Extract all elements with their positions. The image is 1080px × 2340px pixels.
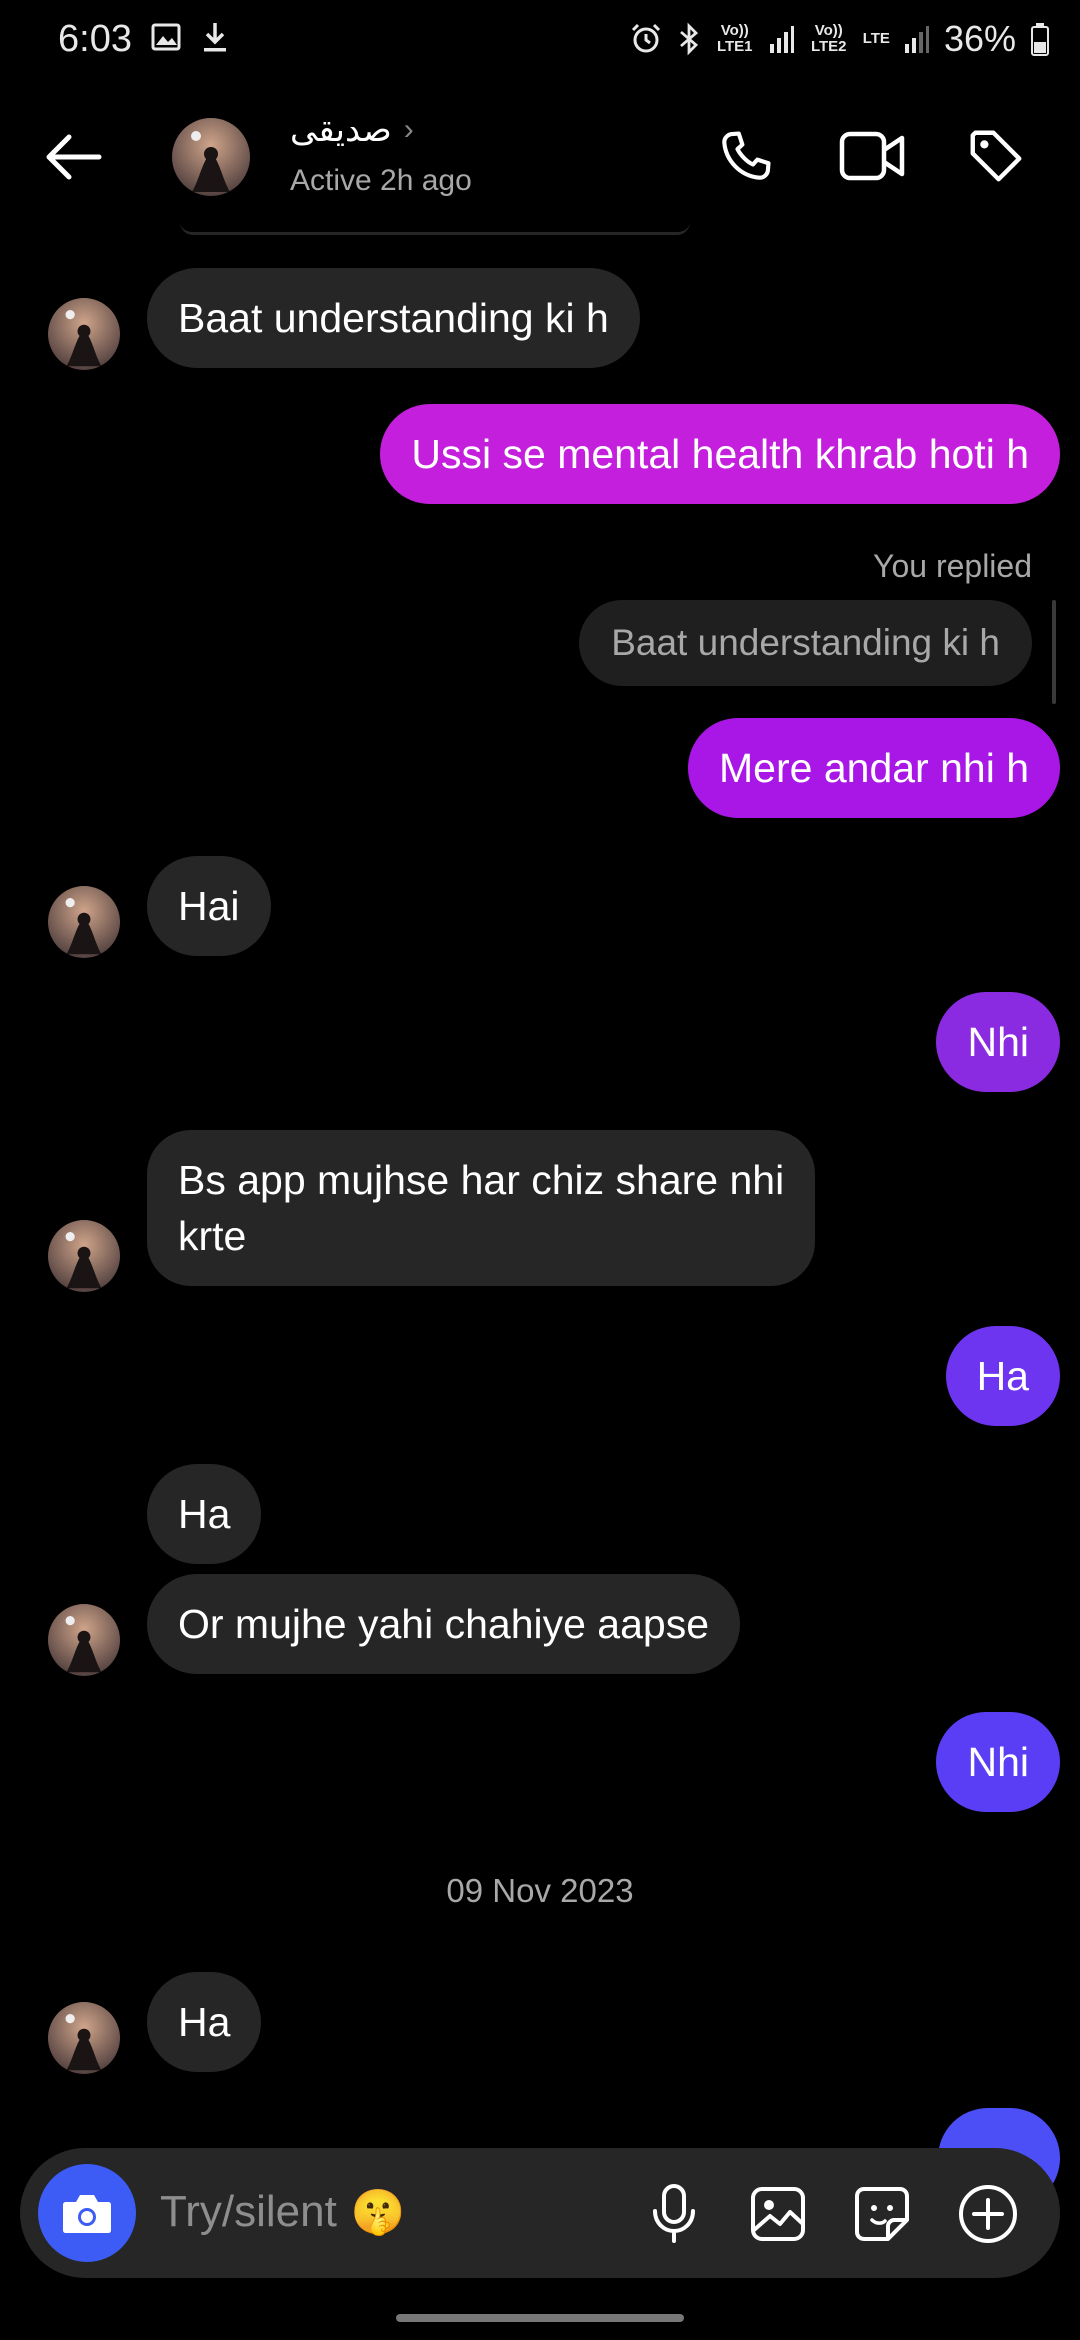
bluetooth-icon [679,22,698,56]
message-line: Bs app mujhse har chiz share nhi [178,1157,785,1203]
contact-name-text: صدیقی [290,111,392,149]
message-input-placeholder: Try/silent [160,2187,337,2236]
tag-icon [970,130,1022,182]
message-sent[interactable]: Ussi se mental health khrab hoti h [380,404,1060,504]
alarm-icon [631,23,660,53]
signal-icon [769,26,794,53]
gallery-notification-icon [151,23,181,51]
avatar[interactable] [48,1604,120,1676]
sim2-label: Vo)) LTE2 [810,22,847,55]
more-actions-button[interactable] [950,2176,1026,2252]
reply-bar [1052,600,1056,704]
message-received[interactable]: Ha [147,1972,262,2072]
signal-icon [904,26,929,53]
camera-button[interactable] [38,2164,136,2262]
avatar[interactable] [48,886,120,958]
video-call-button[interactable] [834,118,910,194]
message-received[interactable]: Bs app mujhse har chiz share nhi krte [147,1130,816,1286]
add-icon [959,2185,1017,2243]
replied-quote[interactable]: Baat understanding ki h [579,600,1032,686]
microphone-icon [653,2184,695,2243]
tag-button[interactable] [958,118,1034,194]
back-button[interactable] [38,122,108,192]
sim1-label: Vo)) LTE1 [716,22,753,55]
date-separator: 09 Nov 2023 [446,1872,634,1909]
partial-bubble-edge [180,222,690,235]
avatar[interactable] [48,298,120,370]
emoji: 🤫 [350,2188,406,2237]
message-received[interactable]: Or mujhe yahi chahiye aapse [147,1574,741,1674]
battery-icon [1031,23,1049,56]
message-sent[interactable]: Ha [945,1326,1060,1426]
status-system-icons: Vo)) LTE1 Vo)) LTE2 LTE 36% [629,18,1050,60]
back-arrow-icon [46,134,102,180]
gallery-button[interactable] [740,2176,816,2252]
message-received[interactable]: Baat understanding ki h [147,268,640,368]
active-status: Active 2h ago [290,164,472,197]
message-sent[interactable]: Nhi [936,1712,1060,1812]
voice-message-button[interactable] [636,2176,712,2252]
message-sent[interactable]: Nhi [936,992,1060,1092]
contact-avatar[interactable] [172,118,250,196]
message-received[interactable]: Ha [147,1464,262,1564]
sticker-button[interactable] [844,2176,920,2252]
voice-call-button[interactable] [708,118,784,194]
contact-name[interactable]: صدیقی › [290,110,414,150]
reply-label: You replied [873,548,1032,584]
message-input[interactable]: Try/silent 🤫 [160,2186,406,2238]
avatar[interactable] [48,2002,120,2074]
home-indicator[interactable] [396,2314,684,2322]
lte-label: LTE [862,30,890,47]
battery-percent: 36% [943,18,1016,59]
status-notification-icons [150,20,230,54]
phone-icon [722,131,771,180]
camera-icon [63,2195,111,2233]
sticker-icon [855,2187,909,2241]
status-time: 6:03 [58,18,132,60]
gallery-icon [751,2187,805,2241]
chevron-right-icon: › [403,113,414,146]
download-notification-icon [204,23,226,52]
avatar[interactable] [48,1220,120,1292]
message-line: krte [178,1213,247,1259]
message-received[interactable]: Hai [147,856,271,956]
video-icon [839,131,905,181]
message-sent[interactable]: Mere andar nhi h [688,718,1060,818]
